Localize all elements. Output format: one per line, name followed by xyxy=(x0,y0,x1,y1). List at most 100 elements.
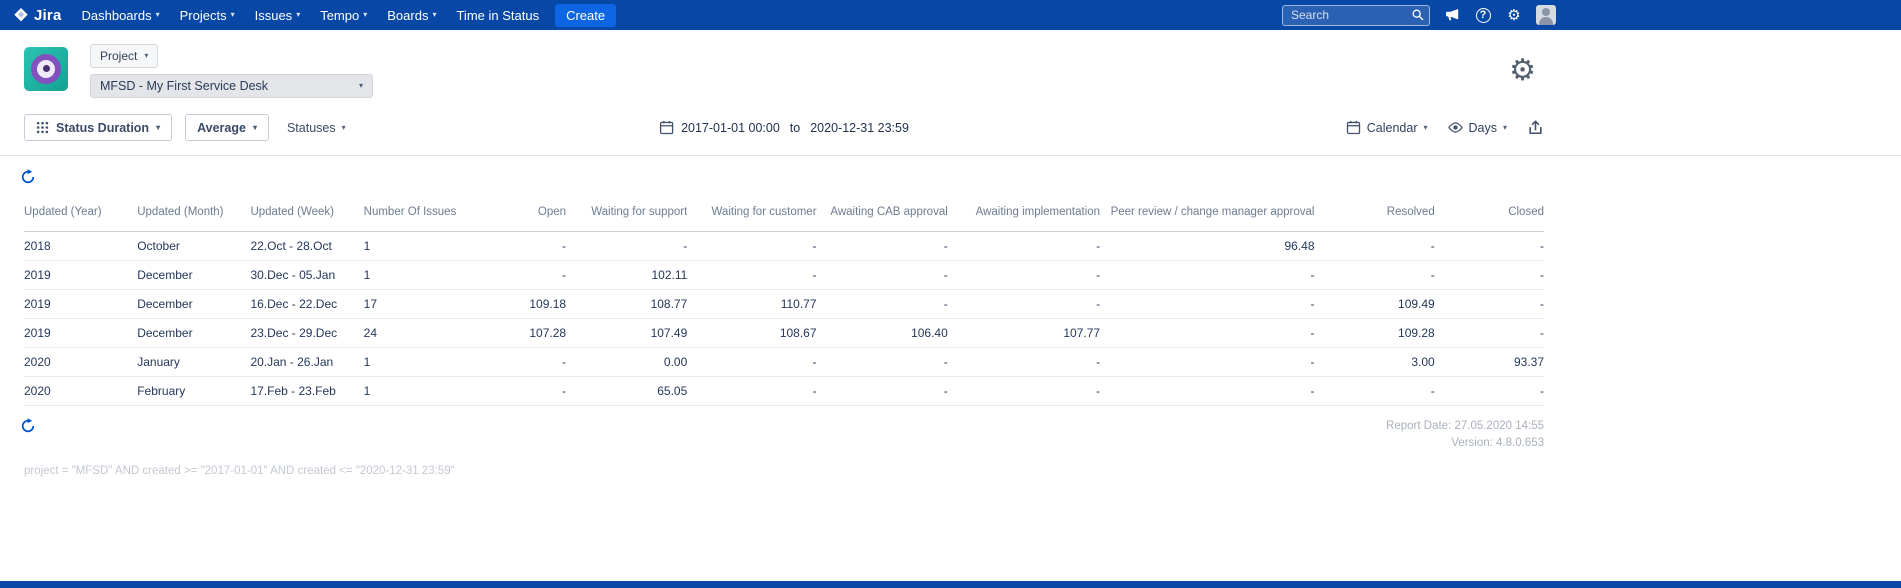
table-cell: - xyxy=(1434,231,1544,261)
report-type-button[interactable]: Status Duration ▾ xyxy=(24,114,173,141)
date-range-picker[interactable]: 2017-01-01 00:00 to 2020-12-31 23:59 xyxy=(659,120,909,135)
nav-item-boards[interactable]: Boards ▾ xyxy=(387,8,436,23)
table-cell: - xyxy=(1100,260,1315,290)
nav-item-time-in-status[interactable]: Time in Status xyxy=(456,8,539,23)
table-cell: - xyxy=(687,347,817,377)
table-cell: - xyxy=(1434,376,1544,406)
user-avatar[interactable] xyxy=(1536,5,1556,25)
table-row: 2019 December 30.Dec - 05.Jan 1-102.11- - - - -… xyxy=(24,260,1544,290)
nav-item-projects[interactable]: Projects ▾ xyxy=(180,8,235,23)
grid-icon xyxy=(36,121,49,134)
export-icon[interactable] xyxy=(1527,119,1544,136)
help-icon[interactable]: ? xyxy=(1474,6,1492,24)
nav-item-issues[interactable]: Issues ▾ xyxy=(255,8,301,23)
search-input[interactable] xyxy=(1282,4,1430,26)
table-cell: - xyxy=(1100,376,1315,406)
table-cell: 2020 xyxy=(24,376,138,406)
table-cell: 108.77 xyxy=(566,289,688,319)
table-cell: - xyxy=(687,260,817,290)
table-cell: 20.Jan - 26.Jan xyxy=(250,347,364,377)
report-date: Report Date: 27.05.2020 14:55 xyxy=(1386,420,1544,432)
create-button[interactable]: Create xyxy=(555,3,617,27)
table-cell: - xyxy=(1434,260,1544,290)
column-header: Waiting for customer xyxy=(687,196,817,232)
table-cell: 109.49 xyxy=(1314,289,1435,319)
table-cell: 2019 xyxy=(24,260,138,290)
avatar-shape xyxy=(43,65,50,72)
project-select[interactable]: MFSD - My First Service Desk ▾ xyxy=(90,74,373,98)
table-cell: - xyxy=(947,289,1101,319)
table-cell: 107.49 xyxy=(566,318,688,348)
table-row: 2018 October 22.Oct - 28.Oct 1- - - - -96.48- - xyxy=(24,231,1544,261)
table-cell: - xyxy=(1434,318,1544,348)
calendar-mode-dropdown[interactable]: Calendar ▾ xyxy=(1346,120,1428,135)
table-cell: 24 xyxy=(363,318,484,348)
date-to: 2020-12-31 23:59 xyxy=(810,120,909,135)
search-icon[interactable] xyxy=(1411,8,1425,22)
column-header: Updated (Year) xyxy=(24,196,138,232)
chevron-down-icon: ▾ xyxy=(144,51,149,60)
gear-icon[interactable]: ⚙ xyxy=(1505,6,1523,24)
nav-item-dashboards[interactable]: Dashboards ▾ xyxy=(82,8,160,23)
table-cell: December xyxy=(137,289,251,319)
feedback-megaphone-icon[interactable] xyxy=(1443,6,1461,24)
jira-logo[interactable]: Jira xyxy=(13,7,62,24)
jira-logo-text: Jira xyxy=(34,6,62,24)
top-navbar: Jira Dashboards ▾ Projects ▾ Issues ▾ Tempo… xyxy=(0,0,1901,30)
metric-button[interactable]: Average ▾ xyxy=(185,114,269,141)
table-cell: - xyxy=(947,260,1101,290)
table-cell: - xyxy=(947,231,1101,261)
table-row: 2020 February 17.Feb - 23.Feb 1-65.05- - - - - - xyxy=(24,376,1544,406)
table-cell: 65.05 xyxy=(566,376,688,406)
table-cell: February xyxy=(137,376,251,406)
navbar-right: ? ⚙ xyxy=(1282,4,1556,26)
table-cell: 1 xyxy=(363,376,484,406)
report-table-header-row: Updated (Year) Updated (Month) Updated (We… xyxy=(24,196,1544,232)
report-settings-gear-icon[interactable]: ⚙ xyxy=(1509,56,1536,86)
table-row: 2019 December 23.Dec - 29.Dec 24 107.28 107.4… xyxy=(24,318,1544,348)
table-cell: - xyxy=(947,376,1101,406)
project-bar: Project ▾ MFSD - My First Service Desk ▾… xyxy=(0,30,1568,108)
refresh-icon[interactable] xyxy=(20,169,36,185)
chevron-down-icon: ▾ xyxy=(296,10,301,19)
table-cell: - xyxy=(947,347,1101,377)
table-cell: - xyxy=(1314,260,1435,290)
table-cell: 30.Dec - 05.Jan xyxy=(250,260,364,290)
chevron-down-icon: ▾ xyxy=(1423,122,1428,132)
table-cell: - xyxy=(483,376,567,406)
table-cell: 1 xyxy=(363,231,484,261)
table-cell: 2019 xyxy=(24,318,138,348)
report-toolbar: Status Duration ▾ Average ▾ Statuses ▾ 2… xyxy=(0,108,1568,155)
project-avatar xyxy=(24,47,68,91)
column-header: Waiting for support xyxy=(566,196,688,232)
statuses-dropdown[interactable]: Statuses ▾ xyxy=(287,121,346,135)
unit-dropdown[interactable]: Days ▾ xyxy=(1447,120,1507,135)
chevron-down-icon: ▾ xyxy=(252,122,257,132)
table-cell: 2019 xyxy=(24,289,138,319)
bottom-bar xyxy=(0,581,1901,588)
table-cell: - xyxy=(816,260,948,290)
calendar-icon xyxy=(659,120,674,135)
chevron-down-icon: ▾ xyxy=(341,122,346,132)
refresh-icon[interactable] xyxy=(20,418,36,434)
table-cell: January xyxy=(137,347,251,377)
table-cell: 109.18 xyxy=(483,289,567,319)
table-cell: December xyxy=(137,318,251,348)
column-header: Resolved xyxy=(1314,196,1435,232)
table-cell: December xyxy=(137,260,251,290)
toolbar-right: Calendar ▾ Days ▾ xyxy=(1346,119,1544,136)
table-cell: 107.28 xyxy=(483,318,567,348)
date-to-word: to xyxy=(789,120,801,135)
nav-item-tempo[interactable]: Tempo ▾ xyxy=(320,8,367,23)
project-type-button[interactable]: Project ▾ xyxy=(90,44,159,68)
table-row: 2020 January 20.Jan - 26.Jan 1-0.00- - - -3.00… xyxy=(24,347,1544,377)
calendar-icon xyxy=(1346,120,1361,135)
column-header: Updated (Week) xyxy=(250,196,364,232)
table-cell: 96.48 xyxy=(1100,231,1315,261)
column-header: Closed xyxy=(1434,196,1544,232)
table-cell: 17.Feb - 23.Feb xyxy=(250,376,364,406)
chevron-down-icon: ▾ xyxy=(156,122,161,132)
table-cell: 107.77 xyxy=(947,318,1101,348)
table-cell: 106.40 xyxy=(816,318,948,348)
report-table: Updated (Year) Updated (Month) Updated (We… xyxy=(24,196,1544,406)
